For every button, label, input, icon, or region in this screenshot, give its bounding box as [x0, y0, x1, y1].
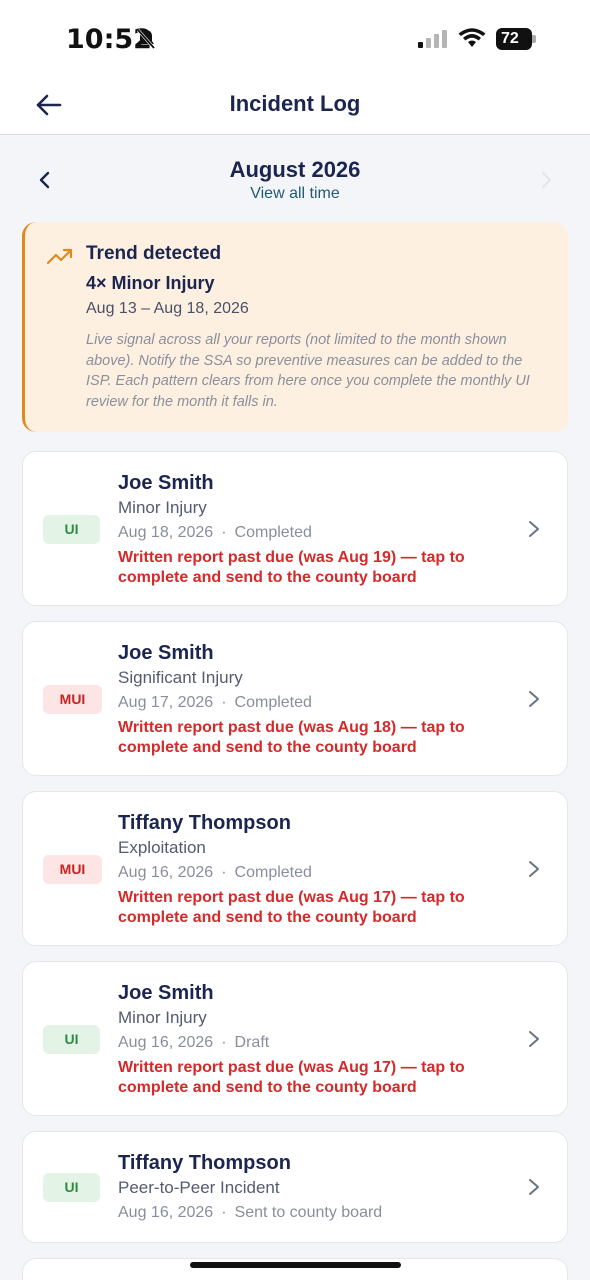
incident-type-badge: MUI [43, 855, 102, 884]
incident-type-badge: MUI [43, 685, 102, 714]
trend-subtitle: 4× Minor Injury [86, 273, 215, 293]
incident-person-name: Joe Smith [118, 472, 214, 494]
nav-bar: Incident Log [0, 78, 590, 135]
battery-icon: 72 [496, 28, 536, 50]
incident-category: Significant Injury [118, 668, 243, 687]
chevron-right-icon [529, 691, 539, 707]
incident-meta: Aug 16, 2026 · Draft [118, 1034, 269, 1052]
chevron-right-icon [529, 1179, 539, 1195]
incident-meta: Aug 16, 2026 · Sent to county board [118, 1204, 382, 1222]
chevron-right-icon [529, 861, 539, 877]
incident-person-name: Joe Smith [118, 642, 214, 664]
trend-date-range: Aug 13 – Aug 18, 2026 [86, 300, 249, 317]
battery-tip [532, 35, 536, 43]
incident-category: Peer-to-Peer Incident [118, 1178, 280, 1197]
past-due-warning[interactable]: Written report past due (was Aug 18) — t… [118, 718, 518, 758]
incident-status: Completed [234, 524, 312, 541]
meta-separator: · [221, 524, 227, 541]
incident-meta: Aug 17, 2026 · Completed [118, 694, 312, 712]
month-title: August 2026 [229, 157, 361, 182]
month-selector: August 2026 View all time [0, 135, 590, 215]
incident-category: Minor Injury [118, 1008, 207, 1027]
incident-date: Aug 16, 2026 [118, 1034, 214, 1051]
meta-separator: · [221, 694, 227, 711]
chevron-right-icon [541, 171, 552, 189]
incident-type-badge: UI [43, 1173, 100, 1202]
incident-status: Completed [234, 694, 312, 711]
incident-date: Aug 18, 2026 [118, 524, 214, 541]
battery-level: 72 [496, 28, 532, 50]
trending-up-icon [47, 248, 73, 265]
trend-note: Live signal across all your reports (not… [86, 332, 530, 410]
incident-card[interactable]: UI Joe Smith Minor Injury Aug 18, 2026 · C… [22, 451, 568, 606]
incident-type-badge: UI [43, 1025, 100, 1054]
incident-status: Sent to county board [234, 1204, 383, 1221]
bell-off-icon [136, 29, 156, 49]
past-due-warning[interactable]: Written report past due (was Aug 17) — t… [118, 1058, 518, 1098]
signal-icon [418, 30, 447, 48]
incident-person-name: Tiffany Thompson [118, 812, 291, 834]
trend-alert-card: Trend detected 4× Minor Injury Aug 13 – … [22, 222, 568, 432]
incident-meta: Aug 16, 2026 · Completed [118, 864, 312, 882]
wifi-icon [458, 28, 486, 47]
incident-card[interactable]: UI Joe Smith Minor Injury Aug 16, 2026 · D… [22, 961, 568, 1116]
incident-person-name: Tiffany Thompson [118, 1152, 291, 1174]
incident-status: Draft [234, 1034, 270, 1051]
incident-type-badge: UI [43, 515, 100, 544]
incident-date: Aug 17, 2026 [118, 694, 214, 711]
status-bar: 10:52 72 [0, 0, 590, 78]
trend-title: Trend detected [86, 243, 222, 264]
meta-separator: · [221, 864, 227, 881]
incident-card[interactable]: MUI Tiffany Thompson Exploitation Aug 16… [22, 791, 568, 946]
home-indicator [190, 1262, 401, 1268]
incident-card[interactable]: UI Tiffany Thompson Peer-to-Peer Inciden… [22, 1131, 568, 1243]
chevron-right-icon [529, 1031, 539, 1047]
view-all-time-link[interactable]: View all time [0, 185, 590, 203]
incident-status: Completed [234, 864, 312, 881]
incident-meta: Aug 18, 2026 · Completed [118, 524, 312, 542]
meta-separator: · [221, 1034, 227, 1051]
incident-card[interactable]: MUI Joe Smith Significant Injury Aug 17,… [22, 621, 568, 776]
past-due-warning[interactable]: Written report past due (was Aug 17) — t… [118, 888, 518, 928]
incident-category: Exploitation [118, 838, 206, 857]
past-due-warning[interactable]: Written report past due (was Aug 19) — t… [118, 548, 518, 588]
incident-person-name: Joe Smith [118, 982, 214, 1004]
incident-date: Aug 16, 2026 [118, 864, 214, 881]
page-title: Incident Log [229, 91, 361, 116]
meta-separator: · [221, 1204, 227, 1221]
chevron-right-icon [529, 521, 539, 537]
incident-date: Aug 16, 2026 [118, 1204, 214, 1221]
incident-category: Minor Injury [118, 498, 207, 517]
